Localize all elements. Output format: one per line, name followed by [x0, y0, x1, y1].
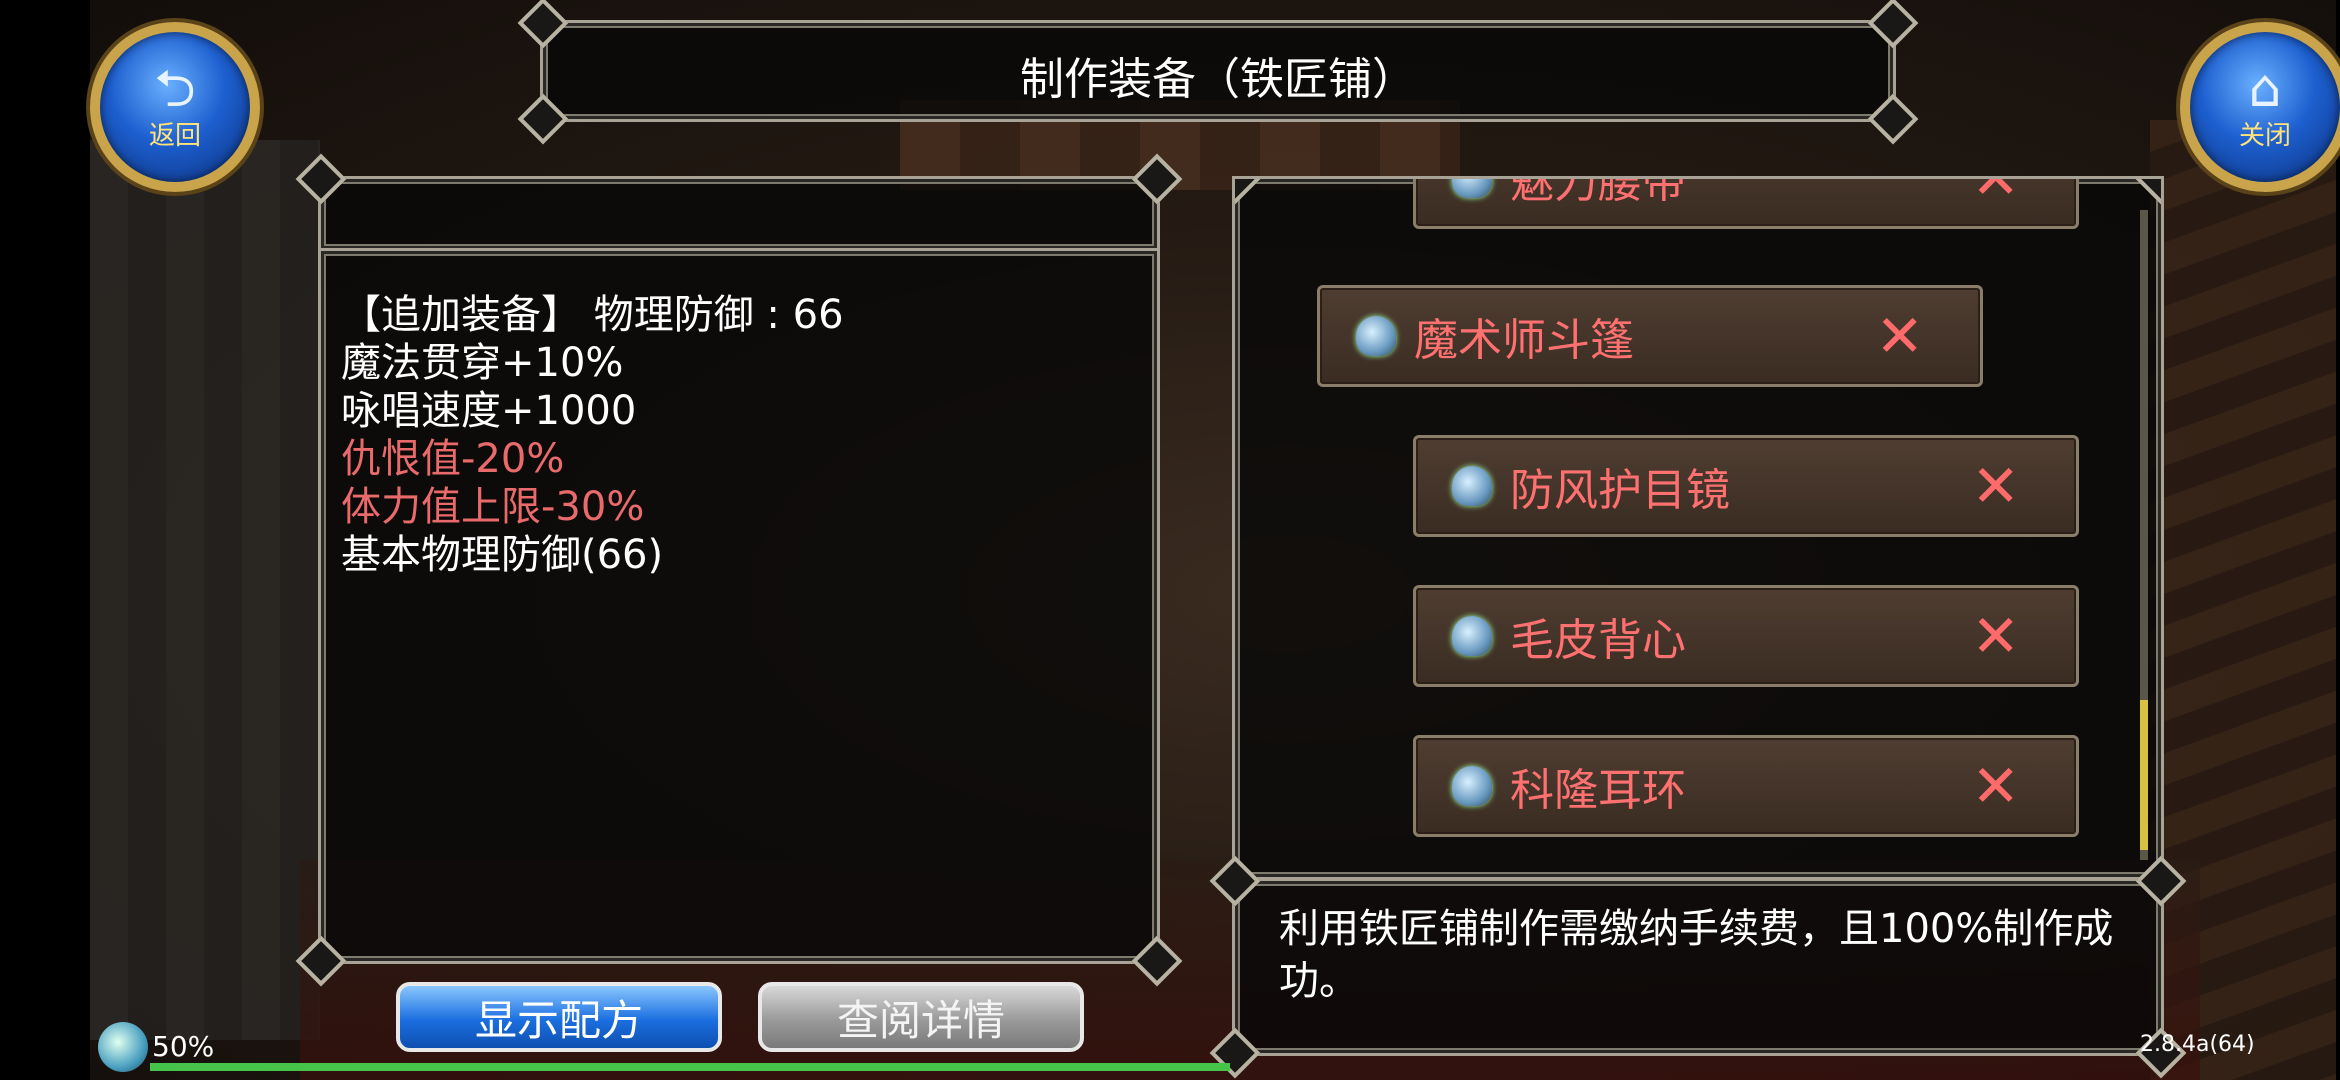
stat-line: 咏唱速度+1000: [341, 388, 637, 434]
view-details-button[interactable]: 查阅详情: [758, 982, 1084, 1052]
stat-line: 魔法贯穿+10%: [341, 340, 624, 386]
hat-icon: [1452, 179, 1492, 198]
back-button[interactable]: ⮌ 返回: [90, 22, 260, 192]
recipe-name: 防风护目镜: [1510, 465, 1730, 516]
title-bar: 制作装备（铁匠铺）: [517, 0, 1919, 145]
screen-edge-left: [0, 0, 90, 1080]
experience-bar-fill: [150, 1063, 1230, 1071]
recipe-item[interactable]: 科隆耳环 ✕: [1413, 735, 2079, 837]
recipe-item[interactable]: 防风护目镜 ✕: [1413, 435, 2079, 537]
experience-bar: [150, 1063, 1230, 1071]
recipe-name: 科隆耳环: [1510, 765, 1686, 816]
unavailable-x-icon: ✕: [1971, 176, 2020, 212]
recipe-name: 魅力腰带: [1510, 176, 1686, 208]
screen-edge-right: [2336, 0, 2340, 1080]
unavailable-x-icon: ✕: [1971, 752, 2020, 820]
version-label: 2.8.4a(64): [2140, 1032, 2255, 1057]
status-percent: 50%: [152, 1030, 215, 1063]
hat-icon: [1452, 766, 1492, 806]
recipe-item[interactable]: 魅力腰带 ✕: [1413, 176, 2079, 229]
close-button[interactable]: ⌂ 关闭: [2180, 22, 2340, 192]
hat-icon: [1356, 316, 1396, 356]
recipe-item[interactable]: 毛皮背心 ✕: [1413, 585, 2079, 687]
hat-icon: [1452, 616, 1492, 656]
recipe-list-panel[interactable]: 魅力腰带 ✕ 魔术师斗篷 ✕ 防风护目镜 ✕ 毛皮背心 ✕ 科隆耳环 ✕: [1232, 176, 2164, 880]
item-header-panel: [295, 153, 1183, 252]
recipe-scrollbar-thumb[interactable]: [2140, 700, 2148, 850]
ornament-corner: [2135, 179, 2161, 205]
item-stats-panel: 【追加装备】 物理防御 : 66 魔法贯穿+10% 咏唱速度+1000 仇恨值-…: [295, 248, 1183, 987]
back-button-label: 返回: [148, 120, 201, 151]
stat-line: 【追加装备】 物理防御 : 66: [341, 292, 844, 338]
unavailable-x-icon: ✕: [1875, 302, 1924, 370]
stat-line-negative: 体力值上限-30%: [341, 484, 645, 530]
recipe-name: 魔术师斗篷: [1414, 315, 1634, 366]
recipe-item-selected[interactable]: 魔术师斗篷 ✕: [1317, 285, 1983, 387]
home-icon: ⌂: [2248, 58, 2282, 119]
ornament-corner: [1235, 179, 1261, 205]
back-arrow-icon: ⮌: [154, 58, 196, 119]
unavailable-x-icon: ✕: [1971, 602, 2020, 670]
recipe-name: 毛皮背心: [1510, 615, 1686, 666]
stat-line-negative: 仇恨值-20%: [341, 436, 565, 482]
close-button-label: 关闭: [2238, 120, 2291, 151]
page-title: 制作装备（铁匠铺）: [1020, 54, 1416, 105]
stone-wall-left: [90, 140, 320, 1040]
stat-line: 基本物理防御(66): [341, 532, 664, 578]
unavailable-x-icon: ✕: [1971, 452, 2020, 520]
item-stats-list: 【追加装备】 物理防御 : 66 魔法贯穿+10% 咏唱速度+1000 仇恨值-…: [341, 291, 844, 579]
description-panel: 利用铁匠铺制作需缴纳手续费，且100%制作成功。: [1209, 855, 2187, 1079]
show-recipe-button[interactable]: 显示配方: [396, 982, 722, 1052]
crafting-description: 利用铁匠铺制作需缴纳手续费，且100%制作成功。: [1279, 906, 2114, 1004]
status-orb-icon[interactable]: [98, 1022, 148, 1072]
hat-icon: [1452, 466, 1492, 506]
